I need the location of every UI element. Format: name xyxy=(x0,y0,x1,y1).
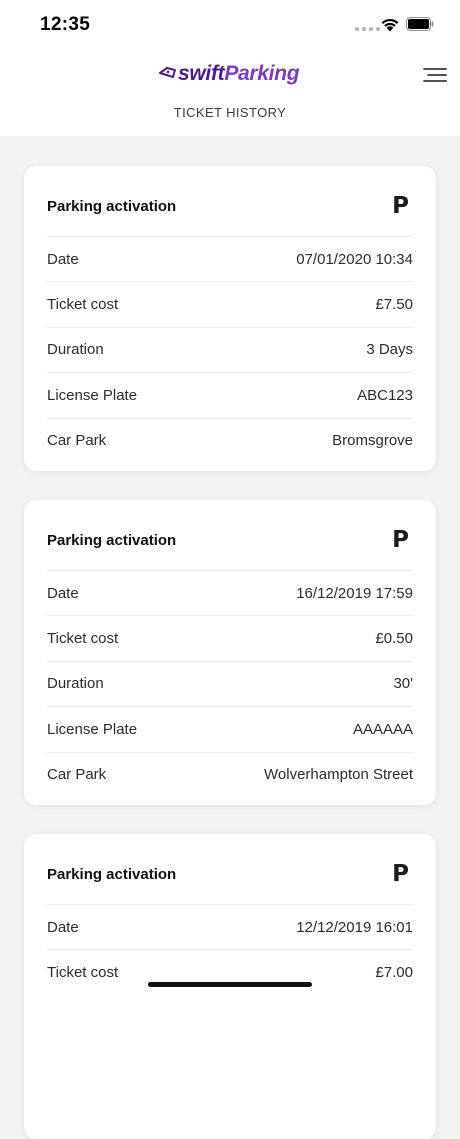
ticket-row-duration: Duration 3 Days xyxy=(47,328,413,374)
row-label: Duration xyxy=(47,341,104,359)
logo-text: swiftParking xyxy=(178,62,300,86)
ticket-title: Parking activation xyxy=(47,198,177,215)
row-value: 16/12/2019 17:59 xyxy=(296,584,413,602)
home-indicator[interactable] xyxy=(148,982,312,987)
row-value: £7.00 xyxy=(375,964,413,982)
row-value: Bromsgrove xyxy=(332,432,413,450)
parking-icon: P xyxy=(392,193,409,219)
row-value: 3 Days xyxy=(366,341,413,359)
ticket-card-header: Parking activation P xyxy=(47,166,413,237)
parking-tag-icon xyxy=(159,67,176,78)
status-time: 12:35 xyxy=(40,14,91,35)
ticket-row-date: Date 07/01/2020 10:34 xyxy=(47,237,413,283)
ticket-title: Parking activation xyxy=(47,532,177,549)
row-value: Wolverhampton Street xyxy=(264,766,413,784)
row-label: Date xyxy=(47,584,79,602)
row-label: Date xyxy=(47,250,79,268)
ticket-row-license-plate: License Plate AAAAAA xyxy=(47,707,413,753)
parking-icon: P xyxy=(392,861,409,887)
row-label: Duration xyxy=(47,675,104,693)
row-label: Ticket cost xyxy=(47,630,119,648)
ticket-card-header: Parking activation P xyxy=(47,500,413,571)
row-value: £7.50 xyxy=(375,296,413,314)
battery-icon xyxy=(406,17,434,31)
logo-text-secondary: Parking xyxy=(224,62,300,85)
row-label: License Plate xyxy=(47,386,138,404)
row-value: ABC123 xyxy=(357,386,413,404)
ticket-row-car-park: Car Park Wolverhampton Street xyxy=(47,753,413,797)
ticket-row-duration: Duration 30' xyxy=(47,662,413,708)
app-header: swiftParking TICKET HISTORY xyxy=(0,50,460,136)
wifi-icon xyxy=(381,18,399,32)
logo-text-primary: swift xyxy=(178,62,225,85)
row-value: 07/01/2020 10:34 xyxy=(296,250,413,268)
row-label: Car Park xyxy=(47,766,107,784)
row-value: £0.50 xyxy=(375,630,413,648)
row-label: Ticket cost xyxy=(47,296,119,314)
hamburger-menu-icon[interactable] xyxy=(420,64,448,86)
ticket-row-cost: Ticket cost £7.50 xyxy=(47,282,413,328)
row-label: Ticket cost xyxy=(47,964,119,982)
status-bar: 12:35 xyxy=(0,0,460,50)
row-label: Car Park xyxy=(47,432,107,450)
cellular-signal-icon xyxy=(355,27,380,31)
ticket-row-car-park: Car Park Bromsgrove xyxy=(47,419,413,463)
ticket-row-date: Date 16/12/2019 17:59 xyxy=(47,571,413,617)
app-logo: swiftParking xyxy=(158,60,300,88)
ticket-card[interactable]: Parking activation P Date 07/01/2020 10:… xyxy=(24,166,436,471)
ticket-card[interactable]: Parking activation P Date 16/12/2019 17:… xyxy=(24,500,436,805)
row-label: Date xyxy=(47,918,79,936)
row-value: 12/12/2019 16:01 xyxy=(296,918,413,936)
ticket-row-license-plate: License Plate ABC123 xyxy=(47,373,413,419)
parking-icon: P xyxy=(392,527,409,553)
ticket-card-header: Parking activation P xyxy=(47,834,413,905)
ticket-row-date: Date 12/12/2019 16:01 xyxy=(47,905,413,951)
row-label: License Plate xyxy=(47,720,138,738)
row-value: 30' xyxy=(393,675,413,693)
row-value: AAAAAA xyxy=(352,720,413,738)
ticket-title: Parking activation xyxy=(47,866,177,883)
ticket-row-cost: Ticket cost £7.00 xyxy=(47,950,413,994)
page-title: TICKET HISTORY xyxy=(173,105,287,120)
ticket-row-cost: Ticket cost £0.50 xyxy=(47,616,413,662)
